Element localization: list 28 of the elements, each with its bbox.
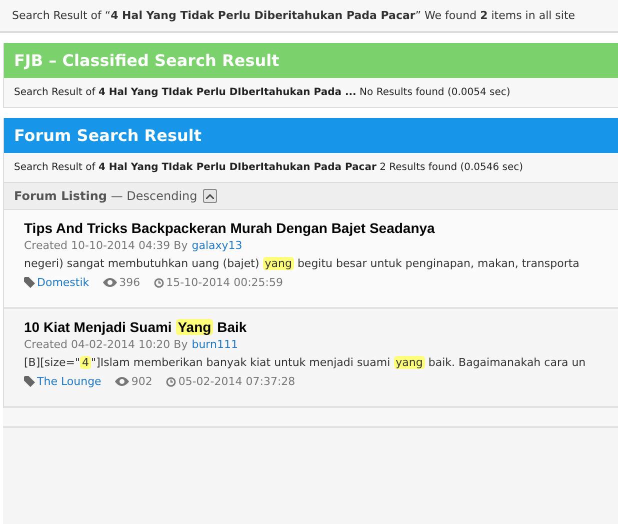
- last-post-date: 05-02-2014 07:37:28: [178, 375, 296, 388]
- caret-icon: [206, 194, 214, 198]
- listing-label: Forum Listing — Descending: [14, 189, 198, 203]
- thread-title[interactable]: Tips And Tricks Backpackeran Murah Dengan Bajet Seadanya: [24, 220, 598, 236]
- category-link[interactable]: The Lounge: [37, 375, 102, 388]
- section-header: FJB – Classified Search Result: [4, 43, 618, 78]
- last-post-date: 15-10-2014 00:25:59: [166, 276, 283, 289]
- eye-icon: [115, 377, 130, 386]
- tag-icon: [24, 277, 35, 288]
- author-link[interactable]: burn111: [192, 338, 238, 351]
- author-link[interactable]: galaxy13: [192, 239, 242, 252]
- eye-icon: [103, 278, 118, 287]
- search-summary: Search Result of “4 Hal Yang Tidak Perlu Diberitahukan Pada Pacar” We found 2 items in all site: [12, 9, 576, 22]
- thread-title[interactable]: 10 Kiat Menjadi Suami Yang Baik: [24, 319, 598, 335]
- view-count: 396: [119, 276, 140, 289]
- created-date: Created 04-02-2014 10:20 By: [24, 338, 188, 351]
- clock-icon: [154, 278, 164, 288]
- collapse-toggle[interactable]: [203, 189, 218, 203]
- clock-icon: [166, 376, 176, 386]
- created-date: Created 10-10-2014 04:39 By: [24, 239, 188, 252]
- result-info: Search Result of 4 Hal Yang TIdak Perlu DIberItahukan Pada ... No Results found (0.0054 sec): [14, 87, 510, 98]
- view-count: 902: [131, 375, 152, 388]
- thread-snippet: [B][size=" 4 "]Islam memberikan banyak kiat untuk menjadi suami yang baik. Bagaimanakah cara un: [24, 356, 587, 369]
- tag-icon: [24, 376, 35, 387]
- section-header: Forum Search Result: [4, 118, 618, 153]
- category-link[interactable]: Domestik: [37, 276, 90, 289]
- result-info: Search Result of 4 Hal Yang TIdak Perlu DIberItahukan Pada Pacar 2 Results found (0.0546 sec): [14, 162, 524, 173]
- thread-snippet: negeri) sangat membutuhkan uang (bajet) yang begitu besar untuk penginapan, makan, transporta: [24, 257, 580, 270]
